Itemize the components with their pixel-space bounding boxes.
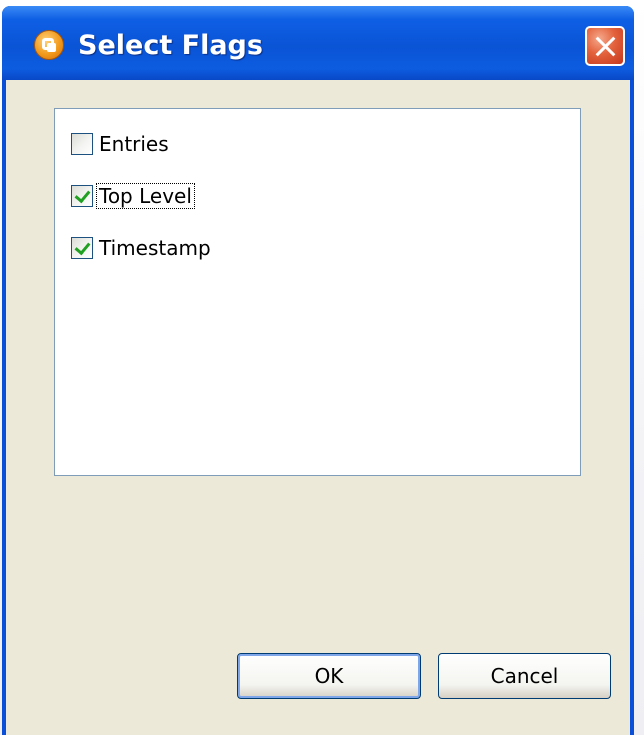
ok-button[interactable]: OK (237, 653, 421, 699)
checkbox-entries[interactable] (71, 133, 93, 155)
flag-item-top-level[interactable]: Top Level (71, 183, 195, 209)
flags-list: Entries Top Level Timestamp (54, 108, 581, 476)
close-icon[interactable] (585, 26, 625, 66)
flag-label: Top Level (96, 183, 195, 209)
checkbox-top-level[interactable] (71, 185, 93, 207)
flag-item-entries[interactable]: Entries (71, 131, 171, 157)
checkbox-timestamp[interactable] (71, 237, 93, 259)
flag-label: Timestamp (99, 236, 211, 260)
dialog-body: Entries Top Level Timestamp OK Cancel (6, 80, 630, 735)
select-flags-dialog: Select Flags Entries Top Level Timestamp… (2, 6, 634, 735)
flag-label: Entries (99, 132, 169, 156)
window-title: Select Flags (78, 30, 263, 61)
title-bar[interactable]: Select Flags (2, 6, 634, 80)
flag-item-timestamp[interactable]: Timestamp (71, 235, 213, 261)
cancel-button[interactable]: Cancel (438, 653, 611, 699)
app-icon (34, 30, 64, 60)
